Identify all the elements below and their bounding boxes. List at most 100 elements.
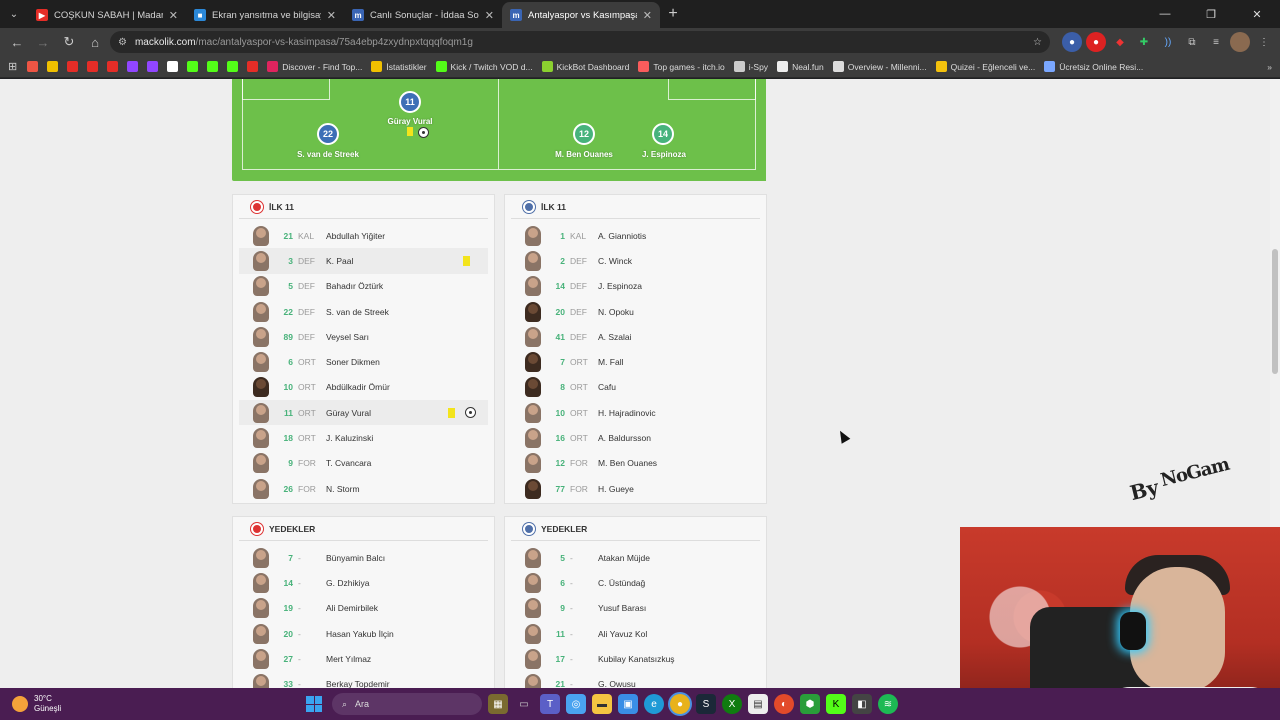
restore-icon[interactable]: ❐ (1188, 0, 1234, 28)
player-row[interactable]: 14- G. Dzhikiya (239, 570, 488, 595)
app-icon[interactable]: ◧ (852, 694, 872, 714)
player-name[interactable]: C. Winck (598, 256, 752, 266)
player-name[interactable]: Bahadır Öztürk (326, 281, 480, 291)
player-row[interactable]: 3 DEF K. Paal (239, 248, 488, 274)
player-name[interactable]: H. Gueye (598, 484, 752, 494)
player-row[interactable]: 10 ORT Abdülkadir Ömür (239, 375, 488, 400)
player-row[interactable]: 89 DEF Veysel Sarı (239, 324, 488, 349)
weather-widget[interactable]: 30°C Güneşli (0, 694, 300, 714)
player-row[interactable]: 12 FOR M. Ben Ouanes (511, 451, 760, 476)
player-name[interactable]: Yusuf Barası (598, 603, 752, 613)
player-row[interactable]: 21- G. Owusu (511, 671, 760, 688)
player-name[interactable]: G. Dzhikiya (326, 578, 480, 588)
bookmark-item[interactable] (147, 61, 159, 72)
pitch-player-marker[interactable]: 11 (399, 91, 421, 113)
player-name[interactable]: Abdülkadir Ömür (326, 382, 480, 392)
player-name[interactable]: G. Owusu (598, 679, 752, 688)
player-name[interactable]: Ali Yavuz Kol (598, 629, 752, 639)
reading-list-icon[interactable]: ≡ (1206, 32, 1226, 52)
player-name[interactable]: Veysel Sarı (326, 332, 480, 342)
steam-icon[interactable]: S (696, 694, 716, 714)
player-row[interactable]: 5 DEF Bahadır Öztürk (239, 274, 488, 299)
extension-icon[interactable]: ● (1062, 32, 1082, 52)
more-bookmarks-icon[interactable]: » (1267, 62, 1272, 72)
bookmark-item[interactable]: İstatistikler (371, 61, 427, 72)
bookmark-item[interactable] (187, 61, 199, 72)
bookmark-item[interactable]: KickBot Dashboard (541, 61, 629, 72)
player-name[interactable]: Hasan Yakub İlçin (326, 629, 480, 639)
player-row[interactable]: 27- Mert Yılmaz (239, 646, 488, 671)
player-name[interactable]: J. Espinoza (598, 281, 752, 291)
player-name[interactable]: N. Opoku (598, 307, 752, 317)
bookmark-item[interactable] (207, 61, 219, 72)
player-row[interactable]: 8 ORT Cafu (511, 375, 760, 400)
player-name[interactable]: Abdullah Yiğiter (326, 231, 480, 241)
player-row[interactable]: 17- Kubilay Kanatsızkuş (511, 646, 760, 671)
widgets-icon[interactable]: ▦ (488, 694, 508, 714)
player-row[interactable]: 11- Ali Yavuz Kol (511, 621, 760, 646)
task-view-icon[interactable]: ▭ (514, 694, 534, 714)
player-row[interactable]: 11 ORT Güray Vural (239, 400, 488, 426)
player-row[interactable]: 77 FOR H. Gueye (511, 476, 760, 501)
pitch-player-marker[interactable]: 14 (652, 123, 674, 145)
bookmark-item[interactable] (67, 61, 79, 72)
menu-icon[interactable]: ⋮ (1254, 32, 1274, 52)
chrome-icon[interactable]: ● (670, 694, 690, 714)
minimize-icon[interactable]: — (1142, 0, 1188, 28)
player-name[interactable]: K. Paal (326, 256, 463, 266)
extension-icon[interactable]: ✚ (1134, 32, 1154, 52)
player-row[interactable]: 20- Hasan Yakub İlçin (239, 621, 488, 646)
player-name[interactable]: A. Szalai (598, 332, 752, 342)
teams-icon[interactable]: T (540, 694, 560, 714)
site-info-icon[interactable]: ⚙ (118, 37, 127, 48)
copilot-icon[interactable]: ◎ (566, 694, 586, 714)
player-row[interactable]: 7 ORT M. Fall (511, 349, 760, 374)
bookmark-item[interactable] (27, 61, 39, 72)
close-tab-icon[interactable]: ✕ (327, 9, 336, 22)
bookmark-item[interactable]: Discover - Find Top... (267, 61, 362, 72)
player-row[interactable]: 22 DEF S. van de Streek (239, 299, 488, 324)
player-row[interactable]: 9 FOR T. Cvancara (239, 451, 488, 476)
bookmark-item[interactable] (247, 61, 259, 72)
bookmark-item[interactable]: Quizei - Eğlenceli ve... (935, 61, 1035, 72)
player-row[interactable]: 5- Atakan Müjde (511, 545, 760, 570)
tab-search-button[interactable]: ⌄ (0, 0, 28, 28)
player-name[interactable]: Ali Demirbilek (326, 603, 480, 613)
game-launcher-icon[interactable]: ◐ (774, 694, 794, 714)
player-row[interactable]: 14 DEF J. Espinoza (511, 274, 760, 299)
file-explorer-icon[interactable]: ▬ (592, 694, 612, 714)
back-icon[interactable]: ← (6, 30, 28, 54)
bookmark-item[interactable]: Kick / Twitch VOD d... (435, 61, 533, 72)
player-name[interactable]: T. Cvancara (326, 458, 480, 468)
scrollbar-thumb[interactable] (1272, 249, 1278, 374)
player-row[interactable]: 41 DEF A. Szalai (511, 324, 760, 349)
close-tab-icon[interactable]: ✕ (485, 9, 494, 22)
bookmark-item[interactable] (107, 61, 119, 72)
player-row[interactable]: 6- C. Üstündağ (511, 570, 760, 595)
kick-icon[interactable]: K (826, 694, 846, 714)
extension-icon[interactable]: )) (1158, 32, 1178, 52)
player-name[interactable]: Mert Yılmaz (326, 654, 480, 664)
player-row[interactable]: 2 DEF C. Winck (511, 248, 760, 273)
player-name[interactable]: Atakan Müjde (598, 553, 752, 563)
player-row[interactable]: 16 ORT A. Baldursson (511, 425, 760, 450)
extensions-puzzle-icon[interactable]: ⧉ (1182, 32, 1202, 52)
player-name[interactable]: Güray Vural (326, 408, 448, 418)
extension-icon[interactable]: ◆ (1110, 32, 1130, 52)
player-name[interactable]: J. Kaluzinski (326, 433, 480, 443)
home-icon[interactable]: ⌂ (84, 30, 106, 54)
player-row[interactable]: 6 ORT Soner Dikmen (239, 349, 488, 374)
browser-tab[interactable]: m Canlı Sonuçlar - İddaa Sonuçlar ✕ (344, 2, 502, 28)
new-tab-button[interactable]: + (660, 2, 686, 28)
edge-icon[interactable]: e (644, 694, 664, 714)
player-row[interactable]: 7- Bünyamin Balcı (239, 545, 488, 570)
player-name[interactable]: Bünyamin Balcı (326, 553, 480, 563)
start-icon[interactable] (306, 696, 322, 712)
player-name[interactable]: H. Hajradinovic (598, 408, 752, 418)
player-name[interactable]: Kubilay Kanatsızkuş (598, 654, 752, 664)
store-icon[interactable]: ▣ (618, 694, 638, 714)
bookmark-item[interactable]: Ücretsiz Online Resi... (1044, 61, 1143, 72)
bookmark-item[interactable] (47, 61, 59, 72)
extension-icon[interactable]: ● (1086, 32, 1106, 52)
player-name[interactable]: M. Ben Ouanes (598, 458, 752, 468)
